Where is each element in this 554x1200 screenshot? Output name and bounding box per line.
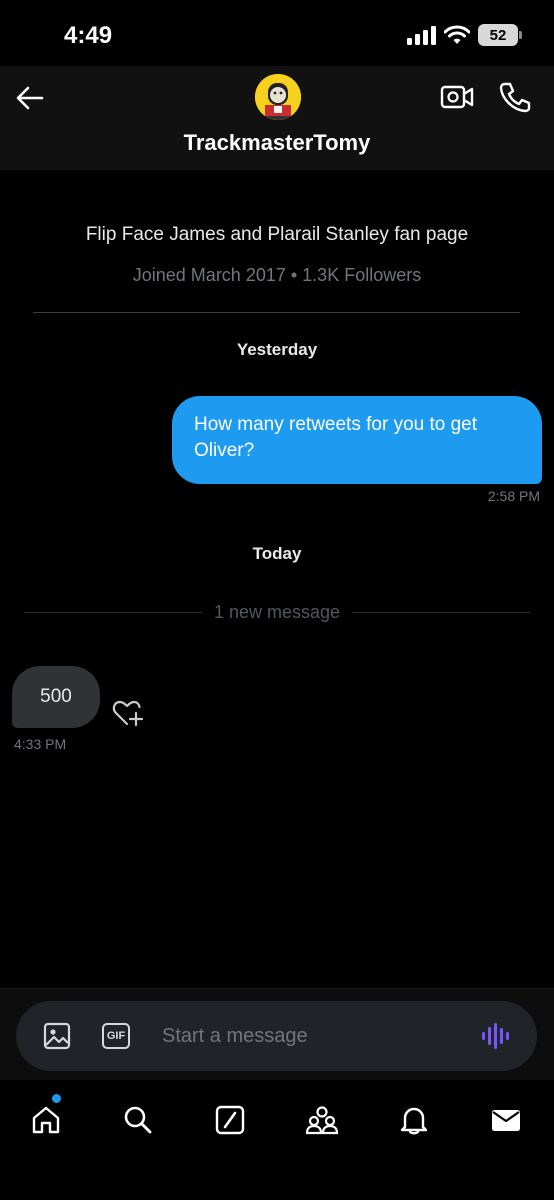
tab-search[interactable] xyxy=(116,1098,160,1142)
status-time: 4:49 xyxy=(64,22,113,49)
cellular-signal-icon xyxy=(407,26,436,45)
wifi-icon xyxy=(444,25,470,44)
date-separator-yesterday: Yesterday xyxy=(236,340,318,359)
messages-icon xyxy=(492,1110,520,1131)
tab-notifications[interactable] xyxy=(392,1098,436,1142)
home-icon xyxy=(32,1106,60,1134)
grok-icon xyxy=(215,1105,245,1135)
outgoing-message-bubble[interactable]: How many retweets for you to get Oliver? xyxy=(172,396,542,484)
incoming-message-time: 4:33 PM xyxy=(14,736,67,752)
divider-line-left xyxy=(24,611,202,613)
profile-bio: Flip Face James and Plarail Stanley fan … xyxy=(85,224,469,245)
back-button[interactable] xyxy=(12,80,48,116)
voice-message-button[interactable] xyxy=(480,1021,512,1051)
battery-indicator: 52 xyxy=(478,24,522,46)
message-composer: GIF xyxy=(16,1001,537,1071)
new-message-divider: 1 new message xyxy=(24,600,531,624)
page-title[interactable]: TrackmasterTomy xyxy=(0,130,554,156)
bottom-tab-bar xyxy=(0,1080,554,1200)
voice-call-button[interactable] xyxy=(496,80,532,114)
conversation-header: TrackmasterTomy xyxy=(0,66,554,170)
date-separator-today: Today xyxy=(252,544,302,563)
tab-grok[interactable] xyxy=(208,1098,252,1142)
search-icon xyxy=(124,1106,152,1134)
phone-icon xyxy=(499,82,531,113)
status-icons: 52 xyxy=(406,24,522,46)
image-icon xyxy=(43,1022,71,1050)
arrow-left-icon xyxy=(16,86,44,110)
avatar-image xyxy=(255,74,301,120)
tab-home[interactable] xyxy=(24,1098,68,1142)
video-call-button[interactable] xyxy=(440,82,474,112)
notifications-icon xyxy=(400,1107,428,1135)
audio-waveform-icon xyxy=(482,1023,509,1049)
divider-line-right xyxy=(352,611,531,613)
tab-messages[interactable] xyxy=(484,1098,528,1142)
avatar[interactable] xyxy=(255,74,301,120)
home-notification-dot xyxy=(52,1094,61,1103)
divider xyxy=(33,312,520,313)
tab-communities[interactable] xyxy=(300,1098,344,1142)
heart-plus-icon xyxy=(112,700,144,727)
outgoing-message-time: 2:58 PM xyxy=(487,488,540,504)
video-camera-icon xyxy=(440,85,474,109)
add-reaction-button[interactable] xyxy=(112,698,144,728)
communities-icon xyxy=(305,1106,339,1135)
incoming-message-bubble[interactable]: 500 xyxy=(12,666,100,728)
add-image-button[interactable] xyxy=(42,1021,72,1051)
composer-area: GIF xyxy=(0,988,554,1080)
message-input[interactable] xyxy=(162,1020,462,1052)
profile-meta: Joined March 2017 • 1.3K Followers xyxy=(132,265,422,285)
new-message-label: 1 new message xyxy=(213,601,341,622)
status-bar: 4:49 52 xyxy=(0,0,554,66)
gif-button[interactable]: GIF xyxy=(102,1023,130,1049)
